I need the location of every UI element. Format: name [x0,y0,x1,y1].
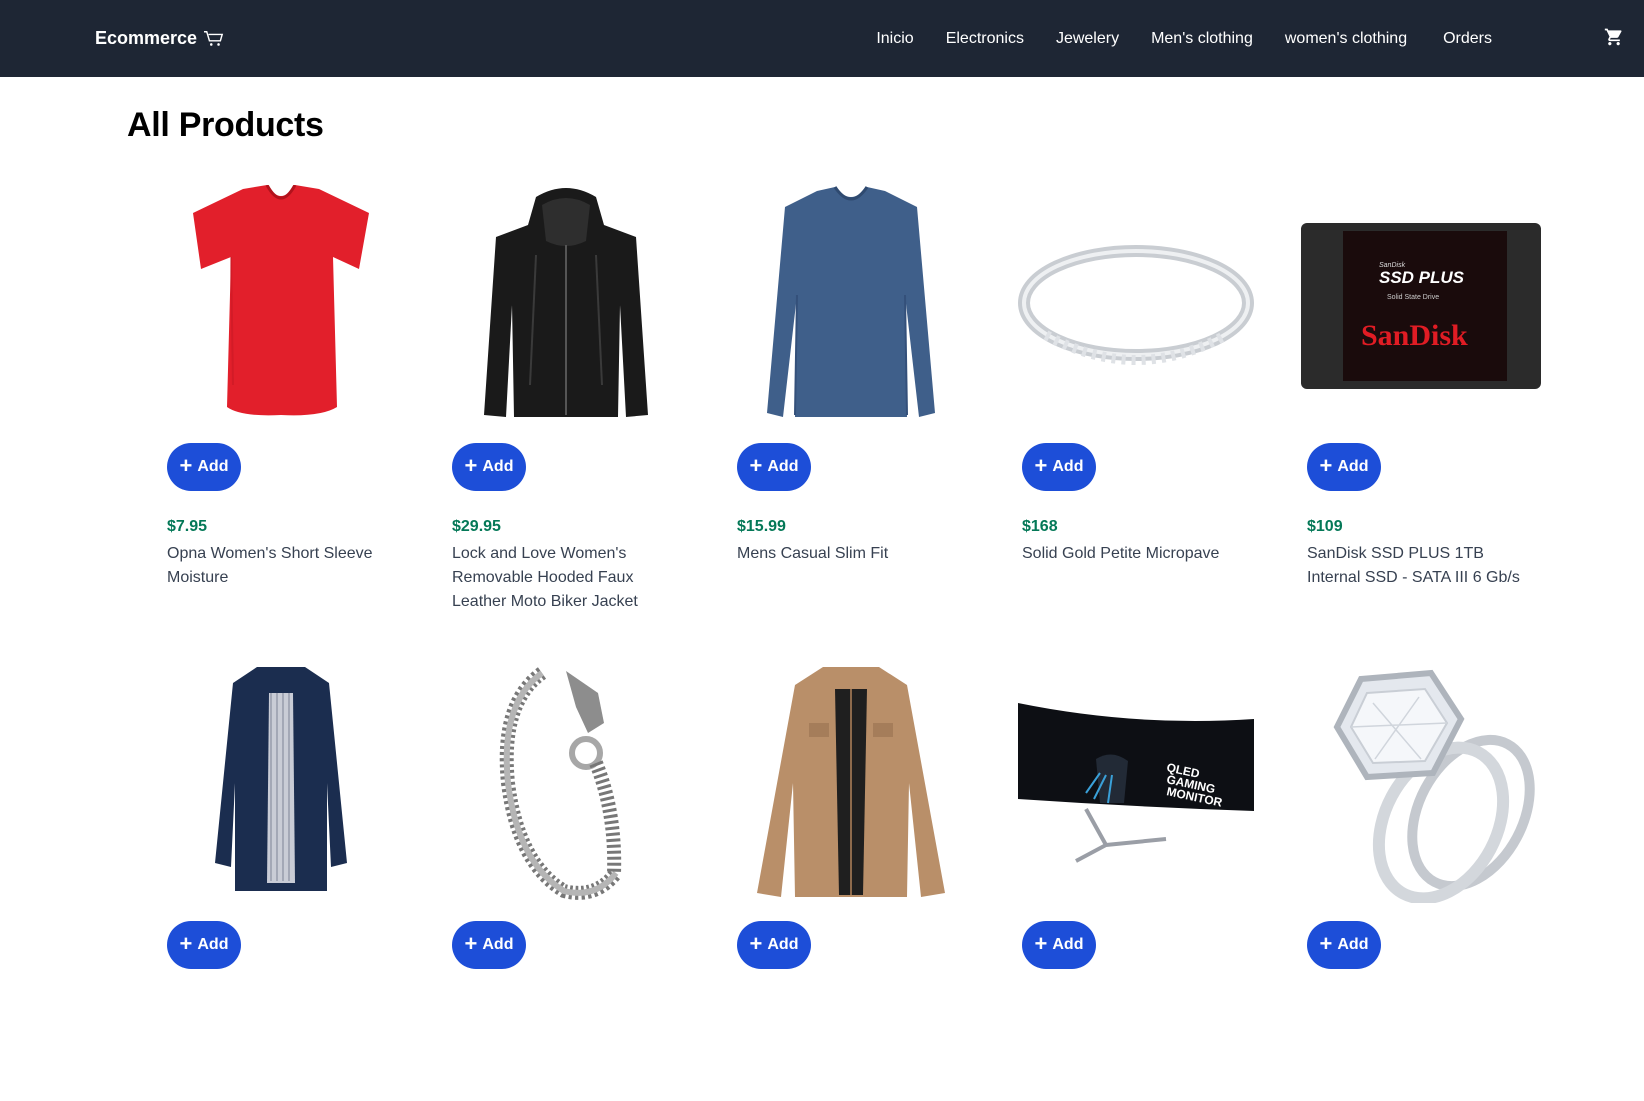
ssd-logo: SanDisk [1361,319,1468,352]
add-to-cart-button[interactable]: + Add [452,921,526,969]
tan-jacket-image [757,667,945,897]
product-card: + Add [1301,663,1586,1101]
dragon-bracelet-image [499,667,622,900]
plus-icon: + [179,931,193,956]
ssd-sub: Solid State Drive [1387,294,1439,301]
black-jacket-image [484,188,648,417]
navy-jacket-image [215,667,347,891]
product-image[interactable]: QLED GAMING MONITOR [1016,663,1256,903]
product-title[interactable]: Solid Gold Petite Micropave [1022,542,1250,566]
plus-icon: + [464,453,478,478]
add-to-cart-button[interactable]: + Add [167,443,241,491]
product-card: + Add [731,663,1016,1101]
product-card: QLED GAMING MONITOR + Add [1016,663,1301,1101]
product-card: + Add $168 Solid Gold Petite Micropave [1016,185,1301,623]
product-title[interactable]: Lock and Love Women's Removable Hooded F… [452,542,680,614]
product-card: SanDisk SSD PLUS Solid State Drive SanDi… [1301,185,1586,623]
product-image[interactable] [731,185,971,425]
blue-shirt-image [767,186,935,417]
product-card: + Add [161,663,446,1101]
product-image[interactable] [161,663,401,903]
add-to-cart-button[interactable]: + Add [737,921,811,969]
product-image[interactable] [446,663,686,903]
product-image[interactable] [446,185,686,425]
add-to-cart-button[interactable]: + Add [1307,443,1381,491]
ssd-model: SSD PLUS [1379,268,1465,287]
add-to-cart-button[interactable]: + Add [452,443,526,491]
product-image[interactable] [1301,663,1541,903]
product-image[interactable]: SanDisk SSD PLUS Solid State Drive SanDi… [1301,185,1541,425]
silver-ring-image [1018,245,1254,365]
product-title[interactable]: SanDisk SSD PLUS 1TB Internal SSD - SATA… [1307,542,1535,590]
plus-icon: + [1034,931,1048,956]
diamond-ring-image [1333,669,1535,903]
page-title: All Products [127,106,324,144]
nav-link-mens-clothing[interactable]: Men's clothing [1151,30,1253,48]
product-card: + Add $7.95 Opna Women's Short Sleeve Moi… [161,185,446,623]
add-to-cart-button[interactable]: + Add [1022,443,1096,491]
product-price: $109 [1307,518,1343,535]
red-tshirt-image [193,185,369,416]
brand-name: Ecommerce [95,28,198,48]
product-image[interactable] [161,185,401,425]
plus-icon: + [749,453,763,478]
plus-icon: + [1319,453,1333,478]
plus-icon: + [749,931,763,956]
product-title[interactable]: Opna Women's Short Sleeve Moisture [167,542,395,590]
plus-icon: + [179,453,193,478]
product-card: + Add $15.99 Mens Casual Slim Fit [731,185,1016,623]
product-card: + Add $29.95 Lock and Love Women's Remova… [446,185,731,623]
nav-link-jewelery[interactable]: Jewelery [1056,30,1119,48]
plus-icon: + [1034,453,1048,478]
product-price: $15.99 [737,518,786,535]
shopping-cart-icon [1604,28,1622,46]
product-price: $29.95 [452,518,501,535]
product-grid: + Add $7.95 Opna Women's Short Sleeve Moi… [161,185,1561,1101]
nav-link-electronics[interactable]: Electronics [946,30,1024,48]
add-to-cart-button[interactable]: + Add [167,921,241,969]
add-to-cart-button[interactable]: + Add [1307,921,1381,969]
cart-button[interactable] [1604,27,1624,47]
plus-icon: + [1319,931,1333,956]
sandisk-ssd-image: SanDisk SSD PLUS Solid State Drive SanDi… [1301,223,1541,389]
nav-link-inicio[interactable]: Inicio [876,30,913,48]
gaming-monitor-image: QLED GAMING MONITOR [1018,703,1254,863]
product-price: $168 [1022,518,1058,535]
nav-link-orders[interactable]: Orders [1443,30,1492,48]
plus-icon: + [464,931,478,956]
top-navbar: Ecommerce Inicio Electronics Jewelery Me… [0,0,1644,77]
nav-link-womens-clothing[interactable]: women's clothing [1285,30,1407,48]
product-title[interactable]: Mens Casual Slim Fit [737,542,965,566]
nav-links: Inicio Electronics Jewelery Men's clothi… [876,30,1492,48]
product-image[interactable] [731,663,971,903]
add-to-cart-button[interactable]: + Add [1022,921,1096,969]
add-to-cart-button[interactable]: + Add [737,443,811,491]
brand-logo[interactable]: Ecommerce [95,28,225,49]
cart-outline-icon [204,30,224,46]
product-card: + Add [446,663,731,1101]
product-image[interactable] [1016,185,1256,425]
product-price: $7.95 [167,518,208,535]
